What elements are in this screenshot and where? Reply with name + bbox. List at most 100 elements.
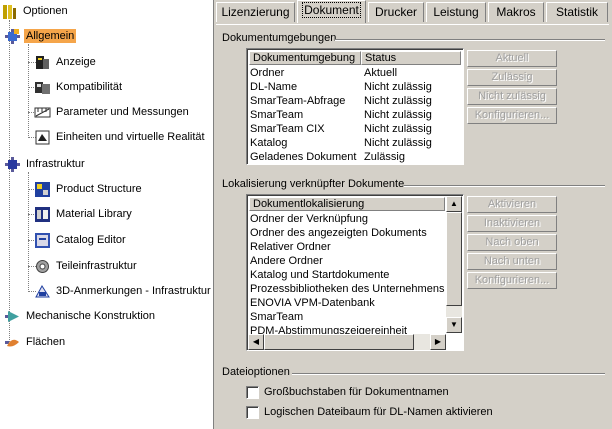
col-header-localization[interactable]: Dokumentlokalisierung: [249, 197, 445, 211]
list-item[interactable]: Relativer Ordner: [250, 240, 331, 254]
list-item[interactable]: SmarTeam: [250, 310, 303, 324]
product-structure-icon: [34, 181, 51, 198]
configure-env-button[interactable]: Konfigurieren...: [467, 107, 557, 124]
tree-item-kompatibilitaet[interactable]: Kompatibilität: [34, 77, 124, 97]
tree-item-label: Mechanische Konstruktion: [26, 310, 156, 322]
tab-label: Makros: [496, 5, 536, 19]
tree-item-label: Allgemein: [24, 29, 77, 43]
tab-label: Statistik: [555, 5, 598, 19]
tree-item-label: Kompatibilität: [56, 81, 123, 93]
tree-item-einheiten[interactable]: Einheiten und virtuelle Realität: [34, 127, 207, 147]
tree-item-allgemein[interactable]: Allgemein: [4, 26, 77, 46]
logical-filetree-checkbox[interactable]: [246, 406, 259, 419]
nicht-zulaessig-button[interactable]: Nicht zulässig: [467, 88, 557, 105]
scroll-up-icon[interactable]: ▲: [446, 196, 462, 212]
infrastructure-icon: [4, 156, 21, 173]
doc-env-title: Dokumentumgebungen: [222, 32, 337, 44]
options-root-icon: [1, 3, 18, 20]
logical-filetree-label: Logischen Dateibaum für DL-Namen aktivie…: [264, 406, 493, 418]
uppercase-names-checkbox[interactable]: [246, 386, 259, 399]
tree-item-catalog-editor[interactable]: Catalog Editor: [34, 230, 128, 250]
tree-item-label: Flächen: [26, 336, 66, 348]
scroll-left-icon[interactable]: ◀: [248, 334, 264, 350]
tree-item-product-structure[interactable]: Product Structure: [34, 179, 144, 199]
list-item[interactable]: ENOVIA VPM-Datenbank: [250, 296, 375, 310]
table-row[interactable]: SmarTeam-Abfrage: [250, 94, 345, 108]
row-status: Aktuell: [364, 67, 398, 79]
table-row[interactable]: SmarTeam: [250, 108, 303, 122]
configure-links-button[interactable]: Konfigurieren...: [467, 272, 557, 289]
doc-env-list[interactable]: Dokumentumgebung Status Ordner Aktuell D…: [246, 48, 464, 165]
tree-item-label: Infrastruktur: [26, 158, 85, 170]
tree-item-label: Product Structure: [56, 183, 142, 195]
scroll-down-icon[interactable]: ▼: [446, 317, 462, 333]
button-label: Konfigurieren...: [474, 274, 550, 286]
parameters-icon: [34, 104, 51, 121]
linked-docs-list[interactable]: Dokumentlokalisierung Ordner der Verknüp…: [246, 194, 464, 351]
tab-label: Dokument: [302, 2, 361, 18]
tab-leistung[interactable]: Leistung: [426, 2, 486, 22]
col-header-env[interactable]: Dokumentumgebung: [249, 51, 361, 65]
scroll-right-icon[interactable]: ▶: [430, 334, 446, 350]
button-label: Nach oben: [485, 236, 539, 248]
tab-dokument[interactable]: Dokument: [297, 0, 366, 23]
col-header-status[interactable]: Status: [361, 51, 461, 65]
tree-item-label: Einheiten und virtuelle Realität: [56, 131, 205, 143]
tree-item-mechanische-konstruktion[interactable]: Mechanische Konstruktion: [4, 306, 157, 326]
tab-label: Lizenzierung: [221, 5, 290, 19]
scroll-thumb-h[interactable]: [264, 334, 414, 350]
tree-item-3d-anmerkungen[interactable]: 3D-Anmerkungen - Infrastruktur: [34, 281, 213, 301]
vertical-scrollbar[interactable]: ▲ ▼: [446, 196, 462, 333]
tree-item-material-library[interactable]: Material Library: [34, 204, 134, 224]
button-label: Aktivieren: [487, 198, 537, 210]
tree-root-label: Optionen: [23, 5, 68, 17]
list-item[interactable]: Andere Ordner: [250, 254, 323, 268]
inaktivieren-button[interactable]: Inaktivieren: [467, 215, 557, 232]
scroll-thumb[interactable]: [446, 212, 462, 306]
table-row[interactable]: Geladenes Dokument: [250, 150, 356, 164]
tree-item-anzeige[interactable]: Anzeige: [34, 52, 98, 72]
row-status: Nicht zulässig: [364, 81, 432, 93]
tab-makros[interactable]: Makros: [488, 2, 544, 22]
aktivieren-button[interactable]: Aktivieren: [467, 196, 557, 213]
tree-item-label: Teileinfrastruktur: [56, 260, 137, 272]
tree-item-label: Material Library: [56, 208, 132, 220]
tree-item-teileinfrastruktur[interactable]: Teileinfrastruktur: [34, 256, 139, 276]
linked-docs-title: Lokalisierung verknüpfter Dokumente: [222, 178, 405, 190]
compatibility-icon: [34, 79, 51, 96]
list-item[interactable]: Katalog und Startdokumente: [250, 268, 389, 282]
tree-root[interactable]: Optionen: [1, 1, 70, 21]
tree-item-label: Anzeige: [56, 56, 96, 68]
list-item[interactable]: Prozessbibliotheken des Unternehmens: [250, 282, 444, 296]
tree-item-infrastruktur[interactable]: Infrastruktur: [4, 154, 87, 174]
display-icon: [34, 54, 51, 71]
button-label: Zulässig: [491, 71, 533, 83]
tree-item-flaechen[interactable]: Flächen: [4, 332, 67, 352]
separator: [335, 39, 605, 41]
tab-statistik[interactable]: Statistik: [546, 2, 608, 22]
row-status: Nicht zulässig: [364, 95, 432, 107]
table-row[interactable]: Katalog: [250, 136, 287, 150]
tab-label: Leistung: [433, 5, 479, 19]
move-up-button[interactable]: Nach oben: [467, 234, 557, 251]
material-library-icon: [34, 206, 51, 223]
table-row[interactable]: Ordner: [250, 66, 284, 80]
tree-item-label: Parameter und Messungen: [56, 106, 189, 118]
options-tree: Optionen Allgemein Anzeige Kompatibilitä…: [0, 0, 214, 429]
tree-item-parameter[interactable]: Parameter und Messungen: [34, 102, 191, 122]
aktuell-button[interactable]: Aktuell: [467, 50, 557, 67]
zulaessig-button[interactable]: Zulässig: [467, 69, 557, 86]
tree-item-label: 3D-Anmerkungen - Infrastruktur: [56, 285, 211, 297]
move-down-button[interactable]: Nach unten: [467, 253, 557, 270]
separator: [404, 185, 605, 187]
tab-lizenzierung[interactable]: Lizenzierung: [216, 2, 295, 22]
part-infrastructure-icon: [34, 258, 51, 275]
horizontal-scrollbar[interactable]: ◀ ▶: [248, 334, 446, 350]
table-row[interactable]: DL-Name: [250, 80, 297, 94]
list-item[interactable]: Ordner des angezeigten Dokuments: [250, 226, 427, 240]
button-label: Konfigurieren...: [474, 109, 550, 121]
tab-drucker[interactable]: Drucker: [368, 2, 424, 22]
table-row[interactable]: SmarTeam CIX: [250, 122, 325, 136]
tree-item-label: Catalog Editor: [56, 234, 126, 246]
list-item[interactable]: Ordner der Verknüpfung: [250, 212, 368, 226]
